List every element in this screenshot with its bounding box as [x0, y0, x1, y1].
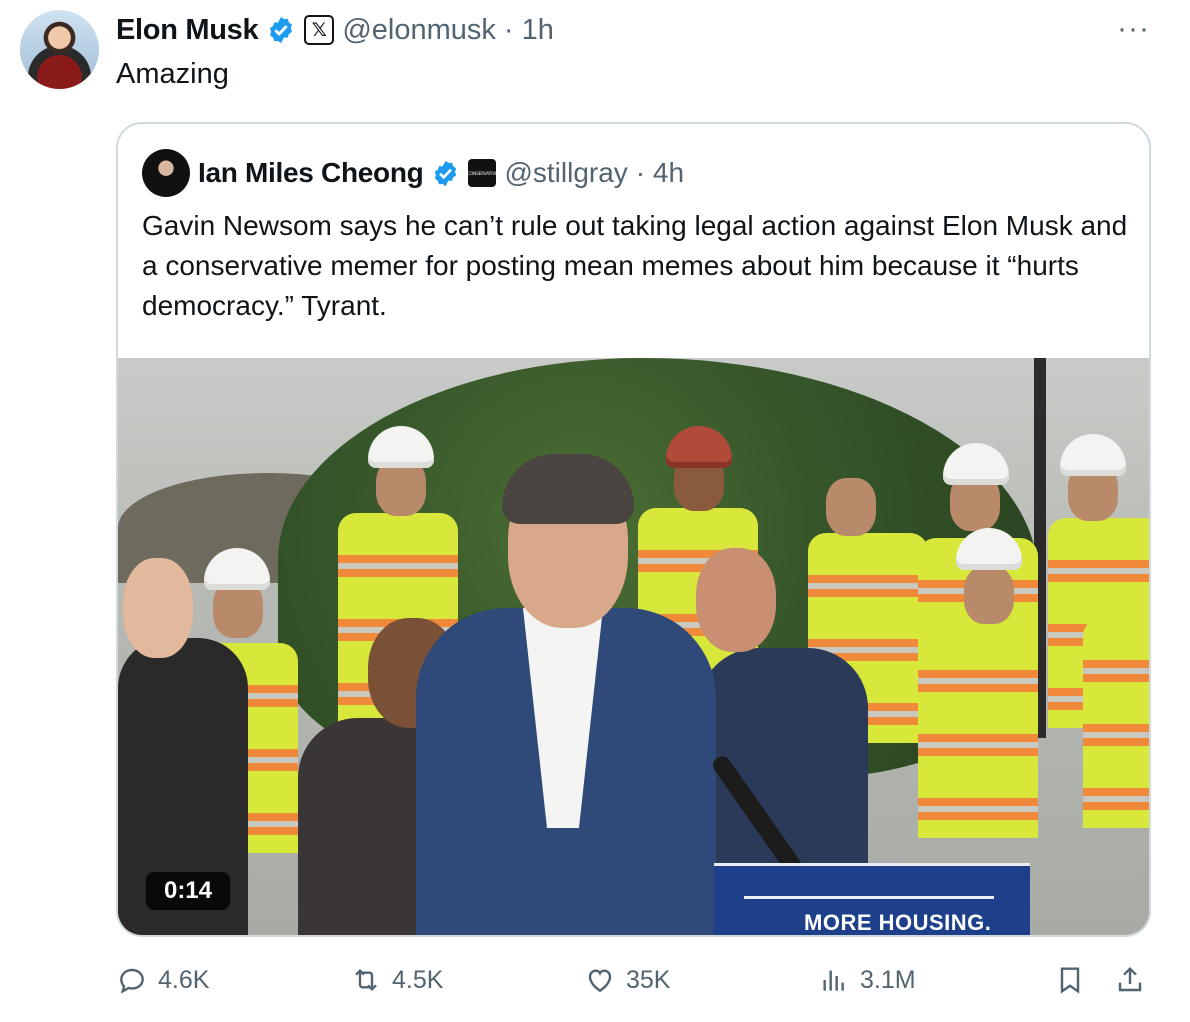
repost-count: 4.5K: [392, 965, 444, 994]
like-count: 35K: [626, 965, 671, 994]
quoted-author-name[interactable]: Ian Miles Cheong: [198, 157, 424, 189]
heart-icon: [588, 969, 612, 993]
author-name[interactable]: Elon Musk: [116, 14, 259, 47]
conservative-affiliate-badge-icon: CONSERVATIVE: [467, 159, 498, 187]
like-button[interactable]: 35K: [584, 964, 670, 996]
worker-face: [964, 566, 1014, 624]
quoted-author-avatar[interactable]: [142, 149, 190, 197]
post-header: Elon Musk 𝕏 @elonmusk · 1h: [116, 12, 554, 48]
post-time[interactable]: · 1h: [504, 14, 554, 47]
worker-vest: [1083, 618, 1149, 828]
reply-count: 4.6K: [158, 965, 210, 994]
reply-icon: [120, 968, 144, 994]
podium-text: MORE HOUSING.: [804, 910, 992, 935]
verified-badge-icon: [270, 16, 293, 44]
quoted-author-handle[interactable]: @stillgray: [504, 157, 627, 189]
x-affiliate-badge-icon: 𝕏: [304, 15, 335, 45]
more-options-icon[interactable]: ···: [1117, 12, 1150, 46]
repost-button[interactable]: 4.5K: [350, 964, 443, 996]
quoted-post-time[interactable]: · 4h: [636, 157, 684, 189]
quoted-post-card[interactable]: Ian Miles Cheong CONSERVATIVE @stillgray…: [116, 122, 1151, 937]
bookmark-button[interactable]: [1054, 964, 1086, 996]
views-button[interactable]: 3.1M: [818, 964, 916, 996]
author-handle[interactable]: @elonmusk: [342, 14, 496, 47]
podium: MORE HOUSING.: [714, 863, 1030, 935]
repost-icon: [355, 968, 377, 992]
views-count: 3.1M: [860, 965, 916, 994]
quoted-post-header: Ian Miles Cheong CONSERVATIVE @stillgray…: [142, 148, 684, 198]
podium-line: [744, 896, 994, 899]
share-icon: [1118, 966, 1142, 992]
worker-vest: [918, 628, 1038, 838]
author-avatar[interactable]: [20, 10, 99, 89]
share-button[interactable]: [1114, 964, 1146, 996]
video-player[interactable]: MORE HOUSING. 0:14: [118, 358, 1149, 935]
action-bar: 4.6K 4.5K 35K 3.1M: [116, 960, 1156, 1008]
analytics-icon: [823, 970, 844, 991]
verified-badge-icon: [435, 160, 457, 186]
badge-text: CONSERVATIVE: [467, 170, 498, 176]
man-head: [696, 548, 776, 652]
quoted-post-text: Gavin Newsom says he can’t rule out taki…: [142, 210, 1128, 321]
speaker-hair: [502, 454, 634, 524]
person-left-head: [123, 558, 193, 658]
worker-face: [826, 478, 876, 536]
video-duration-badge: 0:14: [146, 872, 230, 910]
post-text: Amazing: [116, 58, 229, 90]
reply-button[interactable]: 4.6K: [116, 964, 209, 996]
bookmark-icon: [1060, 967, 1080, 994]
